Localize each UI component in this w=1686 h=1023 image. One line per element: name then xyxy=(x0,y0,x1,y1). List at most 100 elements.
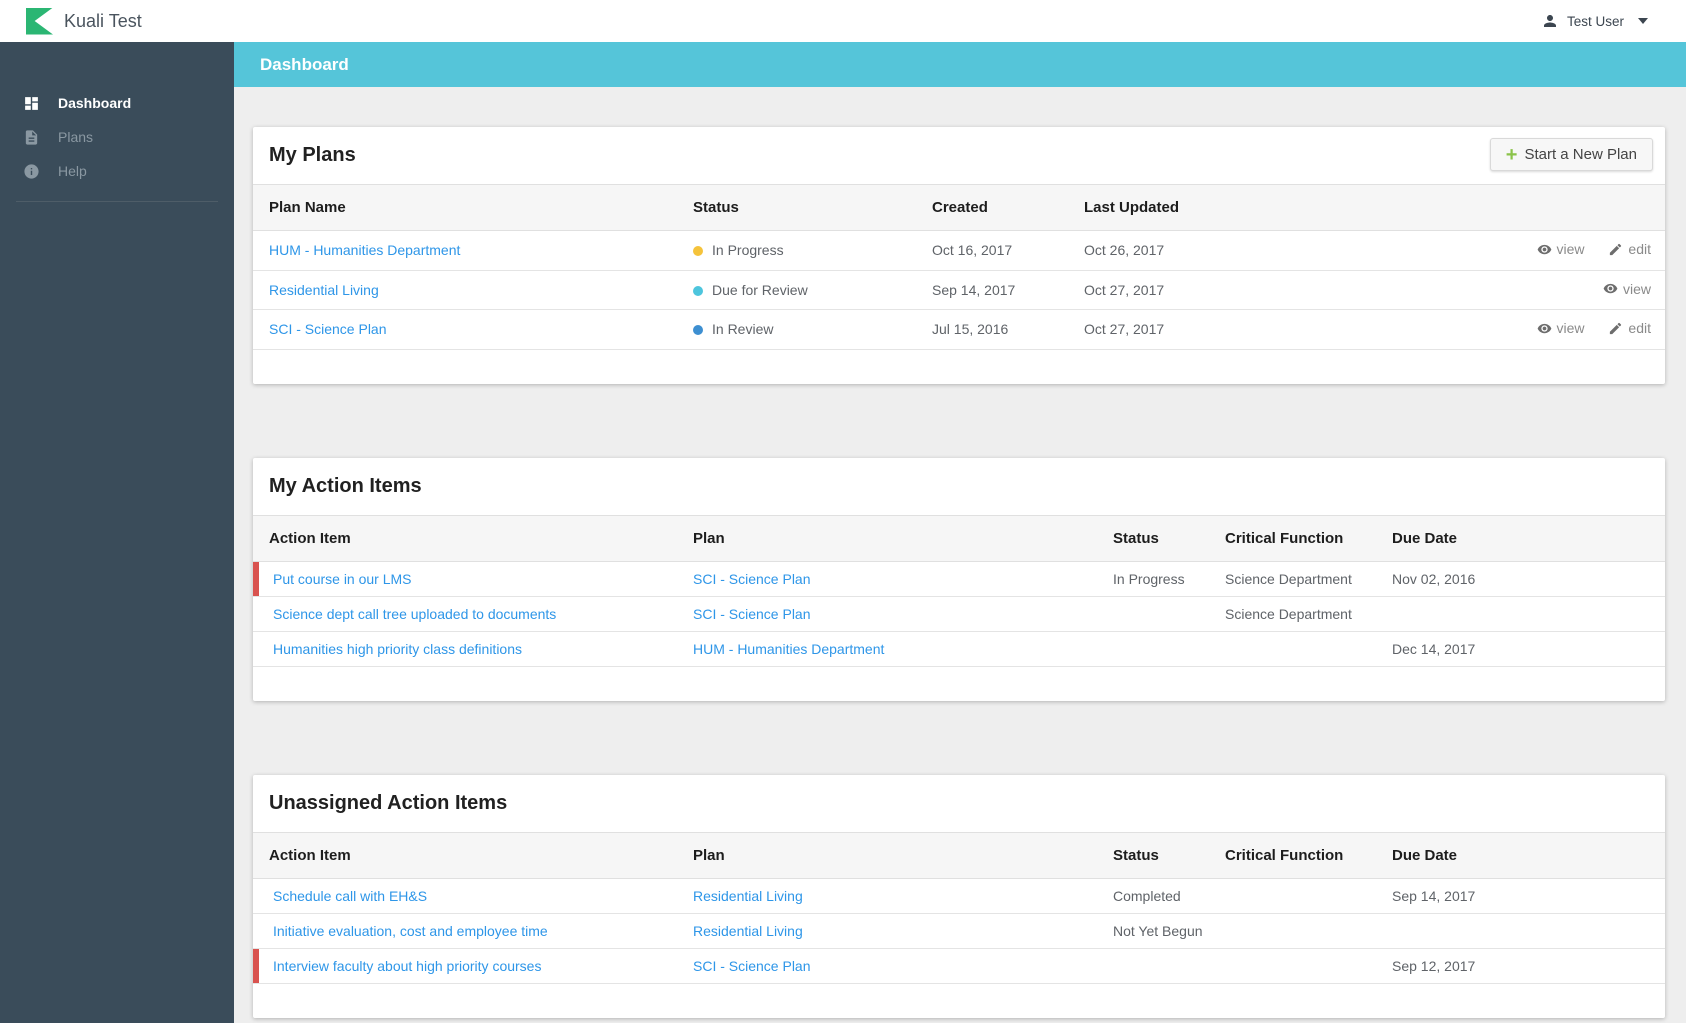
plans-document-icon xyxy=(25,129,38,145)
plan-link[interactable]: SCI - Science Plan xyxy=(693,606,811,622)
col-plan-name: Plan Name xyxy=(253,185,693,231)
due-date: Dec 14, 2017 xyxy=(1392,631,1665,667)
card-footer xyxy=(253,984,1665,1018)
due-date: Nov 02, 2016 xyxy=(1392,561,1665,597)
chevron-down-icon xyxy=(1638,18,1648,24)
updated-date: Oct 27, 2017 xyxy=(1084,309,1284,350)
user-menu[interactable]: Test User xyxy=(1541,12,1648,30)
start-new-plan-button[interactable]: + Start a New Plan xyxy=(1489,138,1653,171)
table-row: Humanities high priority class definitio… xyxy=(253,631,1665,667)
unassigned-action-items-title: Unassigned Action Items xyxy=(269,791,508,814)
pencil-icon xyxy=(1610,322,1622,334)
col-status: Status xyxy=(1113,515,1225,562)
my-action-items-title: My Action Items xyxy=(269,474,422,497)
plan-link[interactable]: Residential Living xyxy=(269,282,379,298)
my-plans-card: My Plans + Start a New Plan Plan Name St… xyxy=(253,127,1665,384)
help-info-icon xyxy=(24,163,39,179)
created-date: Oct 16, 2017 xyxy=(932,230,1084,271)
action-item-link[interactable]: Put course in our LMS xyxy=(273,571,412,587)
critical-function xyxy=(1225,878,1392,914)
sidebar-item-label: Dashboard xyxy=(58,95,132,111)
action-item-link[interactable]: Initiative evaluation, cost and employee… xyxy=(273,923,548,939)
plan-link[interactable]: SCI - Science Plan xyxy=(269,321,387,337)
page-title: Dashboard xyxy=(260,54,349,74)
col-due-date: Due Date xyxy=(1392,515,1665,562)
col-last-updated: Last Updated xyxy=(1084,185,1284,231)
plan-link[interactable]: SCI - Science Plan xyxy=(693,571,811,587)
col-plan: Plan xyxy=(693,515,1113,562)
col-created: Created xyxy=(932,185,1084,231)
status-text xyxy=(1113,948,1225,984)
plan-link[interactable]: HUM - Humanities Department xyxy=(269,242,460,258)
critical-function: Science Department xyxy=(1225,596,1392,632)
col-due-date: Due Date xyxy=(1392,832,1665,879)
plus-icon: + xyxy=(1505,143,1518,166)
due-date xyxy=(1392,913,1665,949)
sidebar-item-dashboard[interactable]: Dashboard xyxy=(0,86,234,120)
status-text: In Progress xyxy=(1113,561,1225,597)
status-text: Not Yet Begun xyxy=(1113,913,1225,949)
sidebar-item-help[interactable]: Help xyxy=(0,154,234,188)
action-item-link[interactable]: Humanities high priority class definitio… xyxy=(273,641,522,657)
table-row: Schedule call with EH&S Residential Livi… xyxy=(253,878,1665,914)
due-date: Sep 12, 2017 xyxy=(1392,948,1665,984)
action-item-link[interactable]: Interview faculty about high priority co… xyxy=(273,958,541,974)
plan-link[interactable]: HUM - Humanities Department xyxy=(693,641,884,657)
table-header-row: Plan Name Status Created Last Updated xyxy=(253,185,1665,231)
plan-link[interactable]: SCI - Science Plan xyxy=(693,958,811,974)
action-item-link[interactable]: Science dept call tree uploaded to docum… xyxy=(273,606,556,622)
col-actions xyxy=(1284,185,1665,231)
sidebar-item-plans[interactable]: Plans xyxy=(0,120,234,154)
table-header-row: Action Item Plan Status Critical Functio… xyxy=(253,515,1665,562)
table-row: Interview faculty about high priority co… xyxy=(253,948,1665,984)
col-status: Status xyxy=(693,185,932,231)
person-icon xyxy=(1543,15,1556,27)
status-text xyxy=(1113,596,1225,632)
plan-link[interactable]: Residential Living xyxy=(693,923,803,939)
status-dot xyxy=(693,325,703,336)
due-date xyxy=(1392,596,1665,632)
page-banner: Dashboard xyxy=(234,42,1686,87)
created-date: Sep 14, 2017 xyxy=(932,270,1084,310)
card-footer xyxy=(253,667,1665,701)
col-action-item: Action Item xyxy=(253,832,693,879)
col-status: Status xyxy=(1113,832,1225,879)
edit-button[interactable]: edit xyxy=(1608,320,1651,336)
table-row: Science dept call tree uploaded to docum… xyxy=(253,596,1665,632)
col-action-item: Action Item xyxy=(253,515,693,562)
my-plans-title: My Plans xyxy=(269,144,356,166)
view-button[interactable]: view xyxy=(1603,281,1651,297)
status-text xyxy=(1113,631,1225,667)
edit-button[interactable]: edit xyxy=(1608,241,1651,257)
my-action-items-card: My Action Items Action Item Plan Status … xyxy=(253,457,1665,701)
status-text: Completed xyxy=(1113,878,1225,914)
kuali-logo-icon xyxy=(26,7,53,35)
view-button[interactable]: view xyxy=(1537,241,1585,257)
sidebar: Dashboard Plans Help xyxy=(0,42,234,1023)
status-dot xyxy=(693,285,703,296)
view-button[interactable]: view xyxy=(1537,320,1585,336)
status-text: In Progress xyxy=(712,242,784,259)
dashboard-icon xyxy=(25,96,38,110)
plan-link[interactable]: Residential Living xyxy=(693,888,803,904)
eye-icon xyxy=(1537,244,1551,254)
content-area: My Plans + Start a New Plan Plan Name St… xyxy=(234,87,1686,1023)
unassigned-action-items-card: Unassigned Action Items Action Item Plan… xyxy=(253,774,1665,1018)
user-name: Test User xyxy=(1566,13,1624,29)
updated-date: Oct 26, 2017 xyxy=(1084,230,1284,271)
sidebar-item-label: Help xyxy=(58,163,87,179)
status-text: In Review xyxy=(712,321,774,338)
critical-function xyxy=(1225,913,1392,949)
table-row: Put course in our LMS SCI - Science Plan… xyxy=(253,561,1665,597)
pencil-icon xyxy=(1610,243,1622,255)
eye-icon xyxy=(1603,283,1618,294)
updated-date: Oct 27, 2017 xyxy=(1084,270,1284,310)
critical-function xyxy=(1225,631,1392,667)
brand: Kuali Test xyxy=(26,7,142,35)
critical-function: Science Department xyxy=(1225,561,1392,597)
table-row: HUM - Humanities Department In Progress … xyxy=(253,230,1665,271)
top-bar: Kuali Test Test User xyxy=(0,0,1686,42)
action-item-link[interactable]: Schedule call with EH&S xyxy=(273,888,427,904)
brand-name: Kuali Test xyxy=(64,10,142,31)
table-row: Initiative evaluation, cost and employee… xyxy=(253,913,1665,949)
